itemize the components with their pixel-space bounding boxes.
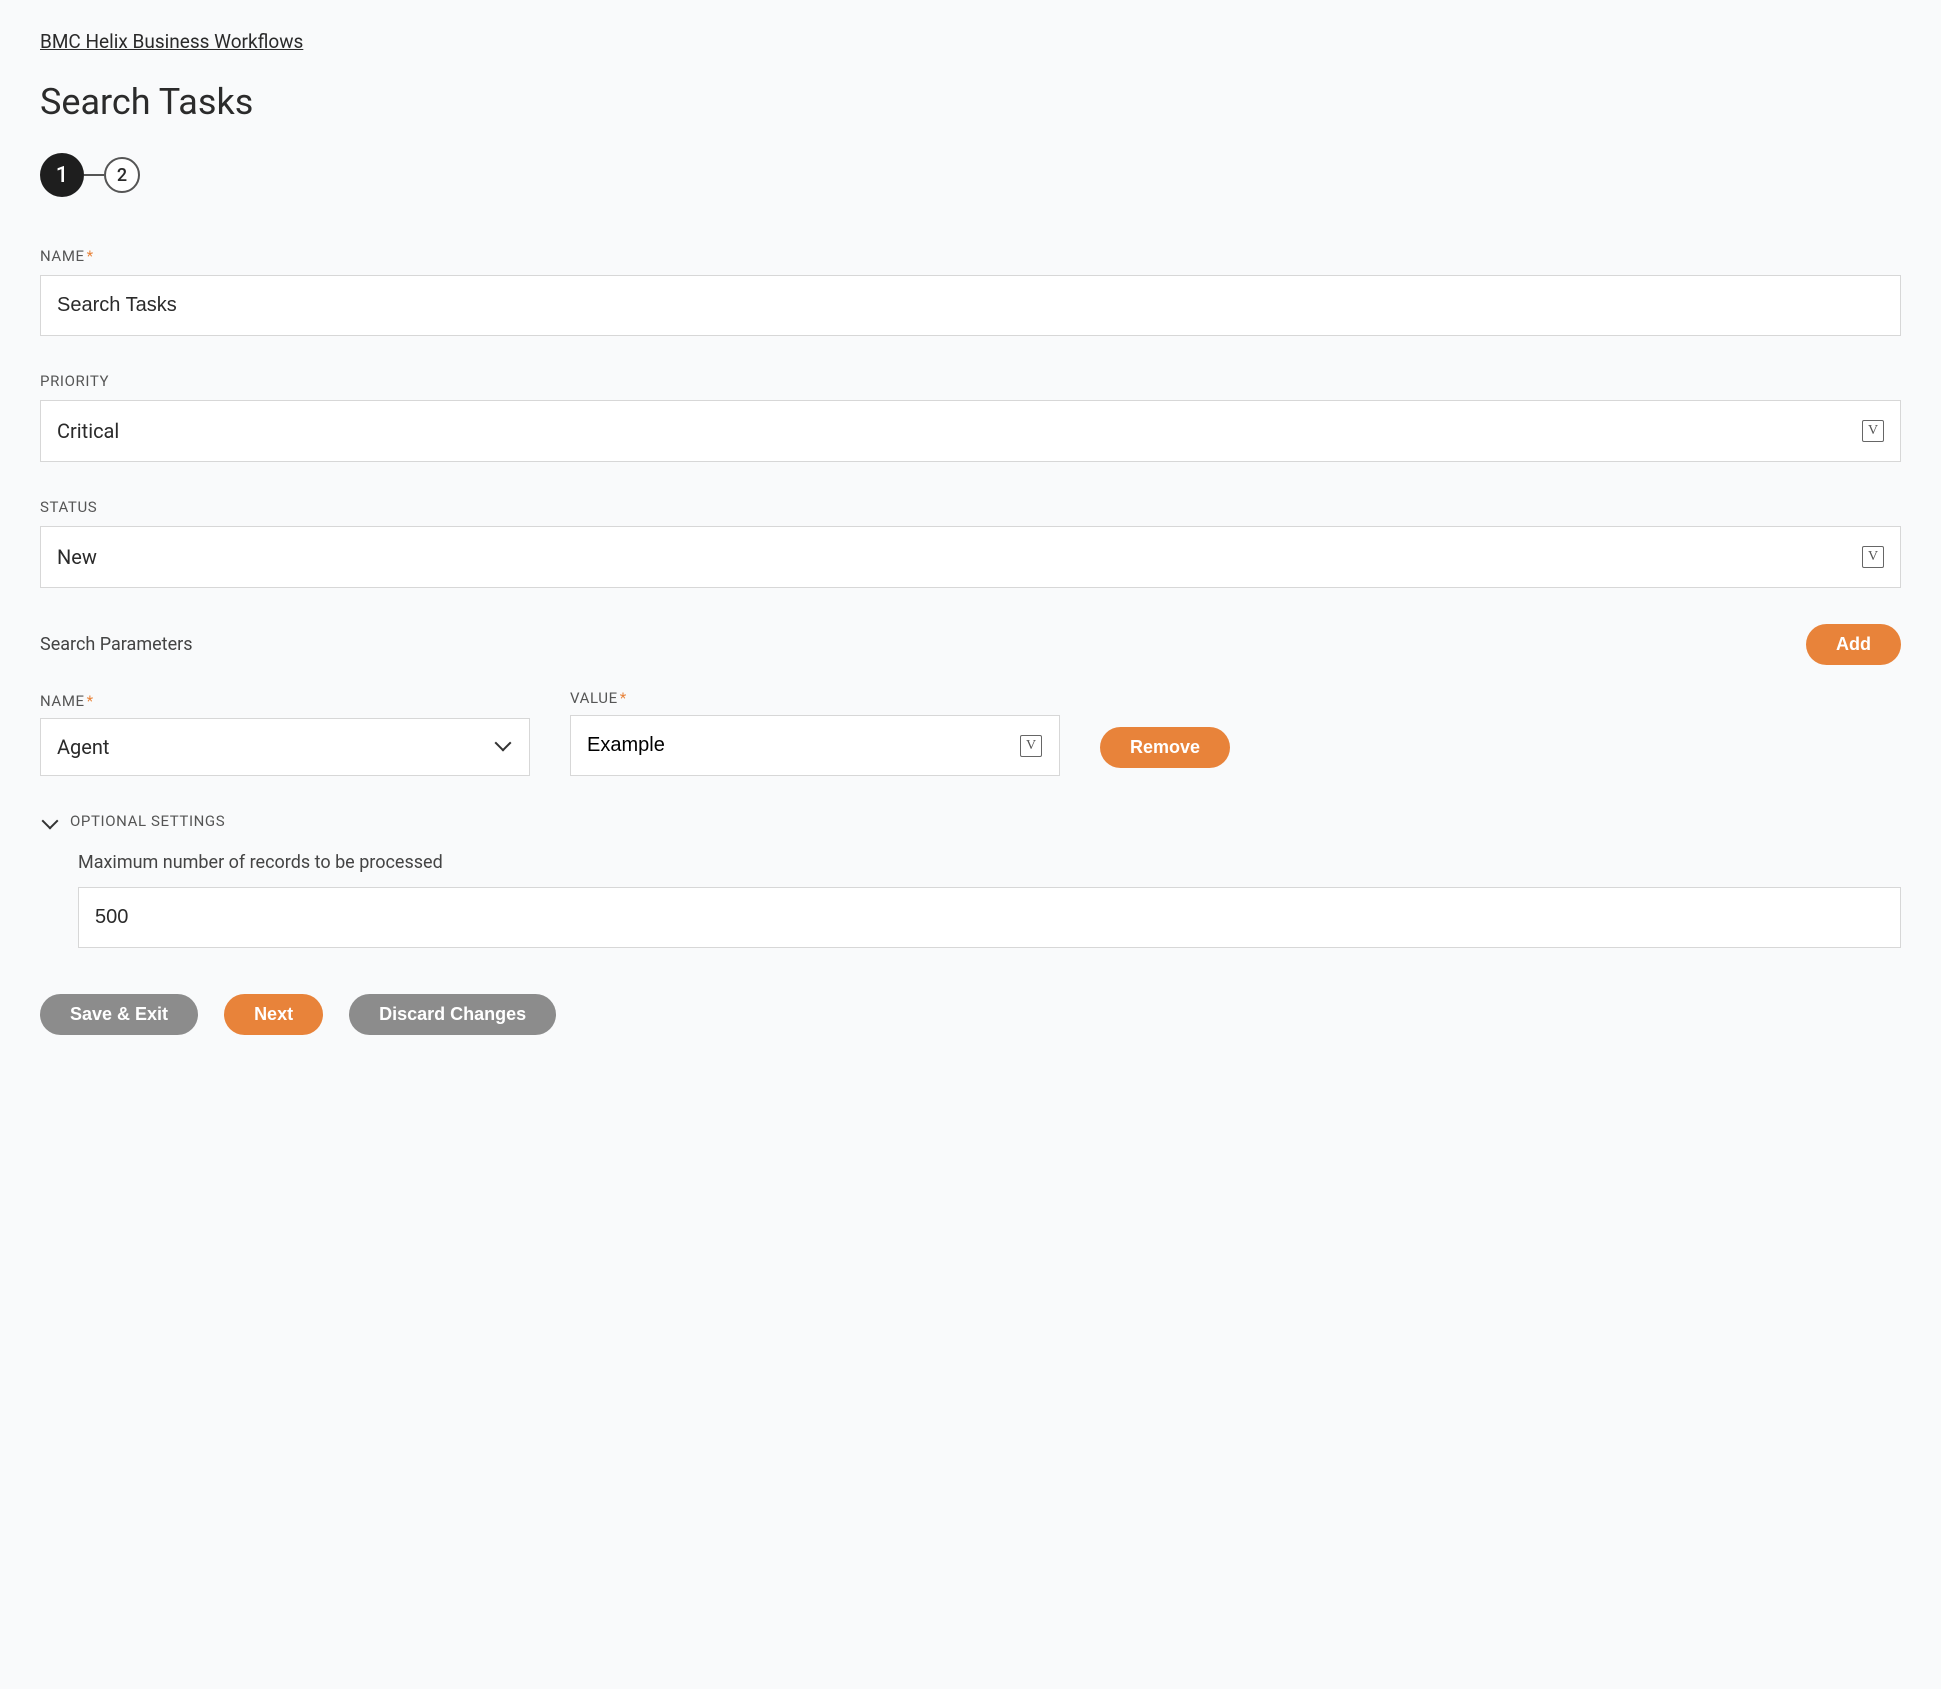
max-records-input[interactable] bbox=[78, 887, 1901, 948]
stepper: 1 2 bbox=[40, 153, 1901, 197]
add-button[interactable]: Add bbox=[1806, 624, 1901, 665]
chevron-down-icon bbox=[497, 740, 511, 754]
step-connector bbox=[84, 174, 104, 176]
status-select[interactable]: New V bbox=[40, 526, 1901, 588]
status-label: STATUS bbox=[40, 498, 1901, 516]
remove-button[interactable]: Remove bbox=[1100, 727, 1230, 768]
next-button[interactable]: Next bbox=[224, 994, 323, 1035]
status-value: New bbox=[57, 545, 97, 569]
max-records-label: Maximum number of records to be processe… bbox=[78, 852, 1901, 873]
search-params-label: Search Parameters bbox=[40, 634, 193, 655]
breadcrumb-link[interactable]: BMC Helix Business Workflows bbox=[40, 30, 303, 53]
priority-value: Critical bbox=[57, 419, 119, 443]
required-asterisk: * bbox=[620, 689, 627, 707]
required-asterisk: * bbox=[87, 247, 94, 265]
variable-icon[interactable]: V bbox=[1862, 420, 1884, 442]
variable-icon[interactable]: V bbox=[1020, 735, 1042, 757]
priority-select[interactable]: Critical V bbox=[40, 400, 1901, 462]
param-value-input-wrap: V bbox=[570, 715, 1060, 776]
priority-label: PRIORITY bbox=[40, 372, 1901, 390]
page-title: Search Tasks bbox=[40, 81, 1901, 123]
param-value-input[interactable] bbox=[570, 715, 1060, 776]
discard-button[interactable]: Discard Changes bbox=[349, 994, 556, 1035]
name-input[interactable] bbox=[40, 275, 1901, 336]
chevron-down-icon bbox=[42, 813, 59, 830]
param-value-label: VALUE* bbox=[570, 689, 1060, 707]
optional-settings-toggle[interactable]: OPTIONAL SETTINGS bbox=[40, 812, 1901, 830]
optional-settings-label: OPTIONAL SETTINGS bbox=[70, 812, 225, 830]
step-2[interactable]: 2 bbox=[104, 157, 140, 193]
variable-icon[interactable]: V bbox=[1862, 546, 1884, 568]
name-label: NAME* bbox=[40, 247, 1901, 265]
param-name-value: Agent bbox=[57, 735, 109, 759]
save-exit-button[interactable]: Save & Exit bbox=[40, 994, 198, 1035]
step-1[interactable]: 1 bbox=[40, 153, 84, 197]
param-name-select[interactable]: Agent bbox=[40, 718, 530, 776]
param-name-label: NAME* bbox=[40, 692, 530, 710]
required-asterisk: * bbox=[87, 692, 94, 710]
